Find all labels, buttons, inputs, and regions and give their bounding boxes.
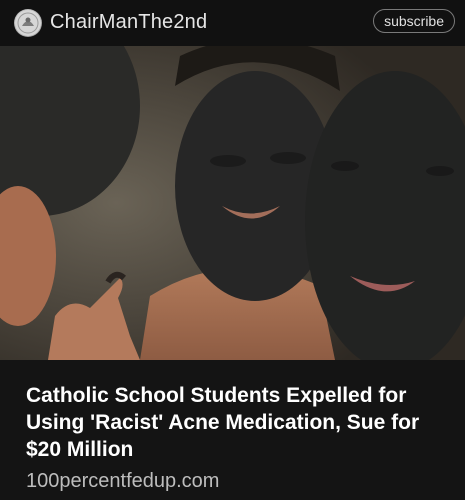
post-image[interactable] xyxy=(0,46,465,360)
article-source[interactable]: 100percentfedup.com xyxy=(26,470,219,493)
article-headline[interactable]: Catholic School Students Expelled for Us… xyxy=(26,382,456,463)
post-card: ChairManThe2nd subscribe Catholic School… xyxy=(0,0,465,500)
channel-name[interactable]: ChairManThe2nd xyxy=(50,11,207,34)
avatar-logo-icon[interactable] xyxy=(14,9,42,37)
subscribe-button[interactable]: subscribe xyxy=(373,9,455,33)
top-bar: ChairManThe2nd subscribe xyxy=(0,0,465,46)
article-caption[interactable]: Catholic School Students Expelled for Us… xyxy=(0,360,465,500)
